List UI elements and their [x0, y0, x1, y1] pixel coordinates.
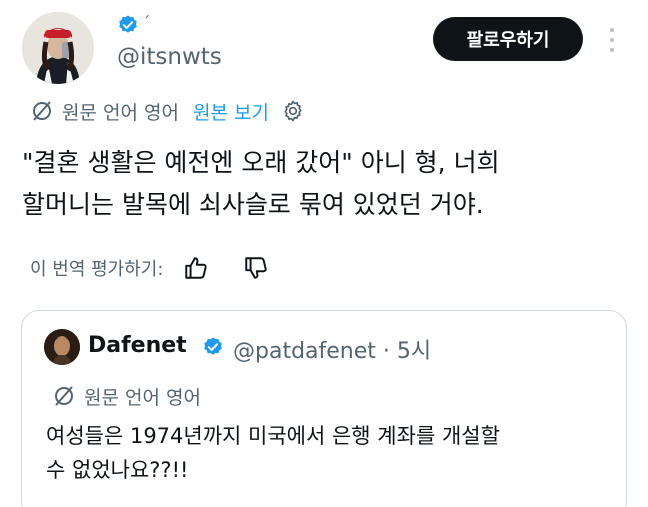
quote-text-line: 여성들은 1974년까지 미국에서 은행 계좌를 개설할 [46, 424, 500, 448]
quote-translation-info: 원문 언어 영어 [52, 383, 201, 409]
quote-author-name[interactable]: Dafenet [88, 333, 187, 358]
quote-author-handle-time: @patdafenet · 5시 [233, 339, 432, 364]
tweet-text-line: "결혼 생활은 예전엔 오래 갔어" 아니 형, 너희 [22, 148, 500, 177]
follow-button[interactable]: 팔로우하기 [433, 17, 583, 61]
quote-text: 여성들은 1974년까지 미국에서 은행 계좌를 개설할 수 없었나요??!! [46, 419, 606, 487]
thumbs-up-icon[interactable] [183, 255, 209, 281]
name-mark: ᐟ [145, 14, 150, 25]
tweet-text-line: 할머니는 발목에 쇠사슬로 묶여 있었던 거야. [22, 190, 484, 219]
translation-source-label: 원문 언어 영어 [62, 101, 179, 124]
thumbs-down-icon[interactable] [243, 255, 269, 281]
author-avatar[interactable] [22, 12, 94, 84]
quote-author-avatar[interactable] [44, 329, 80, 365]
translation-info: 원문 언어 영어 원본 보기 [30, 97, 305, 125]
quote-translation-label: 원문 언어 영어 [84, 386, 201, 409]
gear-icon[interactable] [281, 99, 305, 123]
more-options-icon[interactable] [600, 22, 624, 58]
verified-badge-icon [119, 15, 137, 33]
author-handle[interactable]: @itsnwts [117, 44, 222, 70]
verified-badge-icon [204, 337, 222, 355]
quote-text-line: 수 없었나요??!! [46, 458, 189, 482]
translate-icon [33, 101, 51, 121]
translate-icon [55, 386, 73, 406]
quoted-tweet[interactable]: Dafenet @patdafenet · 5시 원문 언어 영어 여성들은 1… [21, 310, 627, 507]
show-original-link[interactable]: 원본 보기 [193, 98, 269, 125]
tweet-text: "결혼 생활은 예전엔 오래 갔어" 아니 형, 너희 할머니는 발목에 쇠사슬… [22, 142, 622, 226]
rate-translation: 이 번역 평가하기: [30, 252, 269, 284]
rate-translation-label: 이 번역 평가하기: [30, 259, 164, 280]
